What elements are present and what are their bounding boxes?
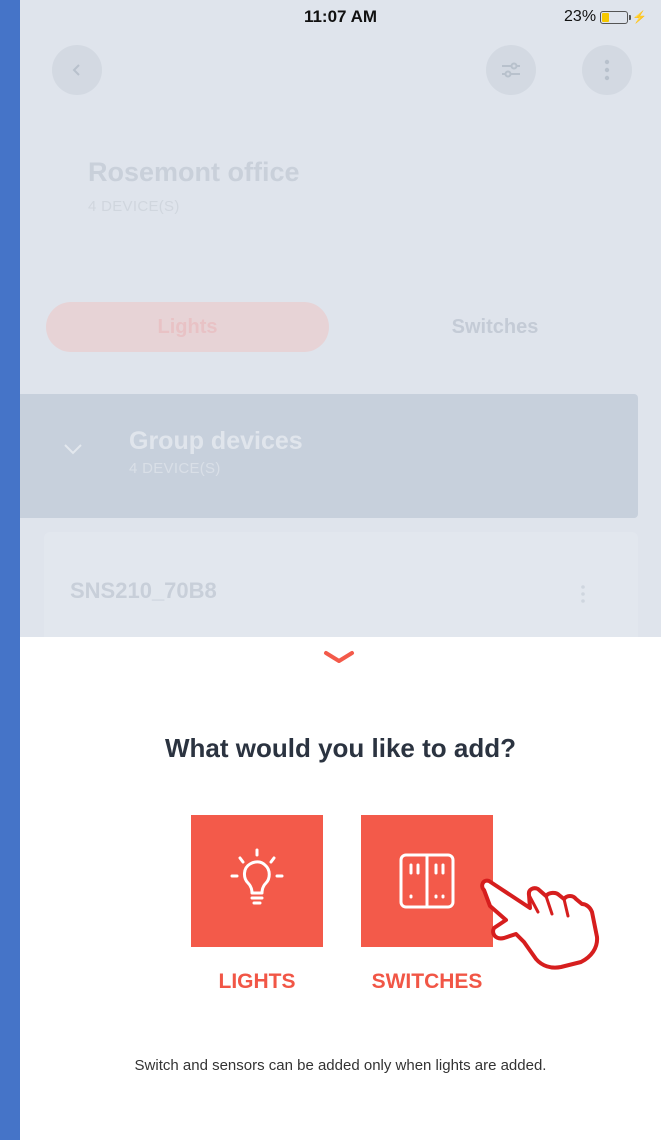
add-switches-button[interactable] xyxy=(361,815,493,947)
lightbulb-icon xyxy=(230,848,284,905)
device-name: SNS210_70B8 xyxy=(70,578,217,603)
more-menu-button[interactable] xyxy=(582,45,632,95)
group-title: Group devices xyxy=(129,427,303,455)
battery-percent: 23% xyxy=(564,8,597,25)
add-device-sheet: What would you like to add? LIGHTS SWITC… xyxy=(20,637,661,1140)
switch-icon xyxy=(399,853,455,909)
group-device-count: 4 DEVICE(S) xyxy=(129,460,221,477)
chevron-left-icon xyxy=(72,64,80,76)
device-more-icon[interactable] xyxy=(580,584,586,604)
sheet-question: What would you like to add? xyxy=(165,733,516,763)
battery-indicator: 23% ⚡ xyxy=(564,8,647,26)
switches-option-label[interactable]: SWITCHES xyxy=(351,970,503,994)
status-bar: 11:07 AM 23% ⚡ xyxy=(20,0,661,34)
lights-option-label[interactable]: LIGHTS xyxy=(191,970,323,994)
tab-switches[interactable]: Switches xyxy=(380,302,610,352)
filter-button[interactable] xyxy=(486,45,536,95)
location-device-count: 4 DEVICE(S) xyxy=(88,198,180,215)
tab-lights[interactable]: Lights xyxy=(46,302,329,352)
add-lights-button[interactable] xyxy=(191,815,323,947)
location-title: Rosemont office xyxy=(88,157,300,187)
app-screen: 11:07 AM 23% ⚡ Rosemont office 4 DEVICE(… xyxy=(20,0,661,1140)
more-vertical-icon xyxy=(604,59,610,81)
device-row[interactable]: SNS210_70B8 xyxy=(44,532,638,652)
group-devices-header[interactable]: Group devices 4 DEVICE(S) xyxy=(20,394,638,518)
collapse-chevron-icon[interactable] xyxy=(322,649,356,665)
charging-icon: ⚡ xyxy=(632,10,647,24)
battery-icon xyxy=(600,10,632,24)
sliders-icon xyxy=(502,62,520,78)
chevron-down-icon xyxy=(64,444,82,455)
back-button[interactable] xyxy=(52,45,102,95)
sheet-note: Switch and sensors can be added only whe… xyxy=(134,1057,547,1074)
pointing-hand-icon xyxy=(480,878,600,970)
